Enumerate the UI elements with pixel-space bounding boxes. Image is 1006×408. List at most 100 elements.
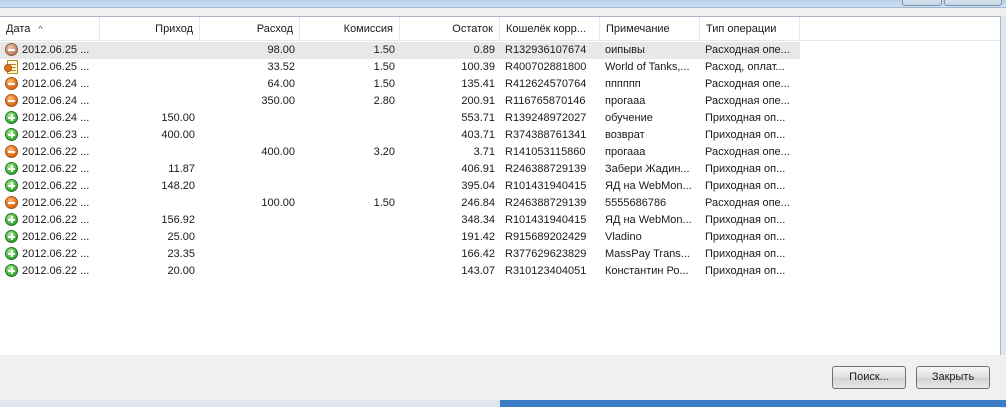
cell-balance: 395.04	[461, 180, 495, 192]
cell-fee: 1.50	[373, 44, 395, 56]
button-bar: Поиск... Закрыть	[0, 355, 1006, 400]
table-row[interactable]: 2012.06.22 ... 148.20 395.04 R101431940415 Я…	[0, 178, 800, 195]
cell-fee: 1.50	[373, 78, 395, 90]
cell-expense: 350.00	[261, 95, 295, 107]
table-row[interactable]: 2012.06.24 ... 150.00 553.71 R139248972027 о…	[0, 110, 800, 127]
transactions-list[interactable]: Дата ^ Приход Расход Комиссия Остаток Кош…	[0, 16, 1001, 363]
titlebar-button[interactable]	[902, 0, 942, 6]
cell-expense: 100.00	[261, 197, 295, 209]
cell-fee	[300, 246, 400, 263]
cell-date: 2012.06.24 ...	[22, 78, 90, 90]
cell-fee: 3.20	[373, 146, 395, 158]
cell-wallet: R101431940415	[505, 180, 587, 192]
cell-income: 20.00	[167, 265, 195, 277]
table-row[interactable]: 2012.06.22 ... 20.00 143.07 R310123404051 Ко…	[0, 263, 800, 280]
cell-wallet: R915689202429	[505, 231, 587, 243]
cell-date: 2012.06.22 ...	[22, 231, 90, 243]
cell-type: Расходная опе...	[705, 95, 790, 107]
column-header-income[interactable]: Приход	[100, 17, 200, 41]
cell-expense: 33.52	[267, 61, 295, 73]
cell-wallet: R116765870146	[505, 95, 586, 107]
cell-income: 11.87	[168, 163, 195, 175]
cell-balance: 0.89	[473, 44, 495, 56]
column-header-wallet[interactable]: Кошелёк корр...	[500, 17, 600, 41]
cell-income: 25.00	[167, 231, 195, 243]
sort-ascending-icon: ^	[38, 24, 43, 34]
cell-expense: 98.00	[267, 44, 295, 56]
cell-note: пппппп	[605, 78, 641, 90]
cell-fee	[300, 178, 400, 195]
cell-note: обучение	[605, 112, 653, 124]
cell-date: 2012.06.25 ...	[22, 61, 90, 73]
cell-balance: 403.71	[461, 129, 495, 141]
cell-wallet: R101431940415	[505, 214, 587, 226]
list-header: Дата ^ Приход Расход Комиссия Остаток Кош…	[0, 17, 1000, 41]
column-header-expense[interactable]: Расход	[200, 17, 300, 41]
cell-balance: 553.71	[461, 112, 495, 124]
cell-expense	[200, 229, 300, 246]
cell-note: 5555686786	[605, 197, 667, 209]
table-row[interactable]: 2012.06.22 ... 11.87 406.91 R246388729139 За…	[0, 161, 800, 178]
column-header-note[interactable]: Примечание	[600, 17, 700, 41]
cell-income: 150.00	[161, 112, 195, 124]
table-row[interactable]: 2012.06.25 ... 33.52 1.50 100.39 R4007028818…	[0, 59, 800, 76]
table-row[interactable]: 2012.06.22 ... 156.92 348.34 R101431940415 Я…	[0, 212, 800, 229]
cell-wallet: R141053115860	[505, 146, 586, 158]
table-row[interactable]: 2012.06.22 ... 100.00 1.50 246.84 R246388729…	[0, 195, 800, 212]
cell-type: Приходная оп...	[705, 248, 786, 260]
cell-fee	[300, 127, 400, 144]
cell-note: Забери Жадин...	[605, 163, 690, 175]
cell-wallet: R132936107674	[505, 44, 587, 56]
cell-type: Расходная опе...	[705, 78, 790, 90]
column-header-balance[interactable]: Остаток	[400, 17, 500, 41]
table-row[interactable]: 2012.06.22 ... 25.00 191.42 R915689202429 Vl…	[0, 229, 800, 246]
cell-wallet: R374388761341	[505, 129, 587, 141]
table-row[interactable]: 2012.06.22 ... 23.35 166.42 R377629623829 Ma…	[0, 246, 800, 263]
column-header-fee[interactable]: Комиссия	[300, 17, 400, 41]
cell-note: прогааа	[605, 146, 646, 158]
cell-note: MassPay Trans...	[605, 248, 690, 260]
close-button[interactable]: Закрыть	[916, 366, 990, 389]
cell-date: 2012.06.22 ...	[22, 180, 90, 192]
window-titlebar	[0, 0, 1006, 8]
cell-type: Приходная оп...	[705, 112, 786, 124]
table-row[interactable]: 2012.06.24 ... 64.00 1.50 135.41 R4126245707…	[0, 76, 800, 93]
cell-type: Расходная опе...	[705, 197, 790, 209]
cell-income	[100, 195, 200, 212]
cell-income: 400.00	[161, 129, 195, 141]
taskbar-area	[500, 400, 1006, 407]
column-header-date[interactable]: Дата ^	[0, 17, 100, 41]
cell-income	[100, 76, 200, 93]
table-row[interactable]: 2012.06.23 ... 400.00 403.71 R374388761341 в…	[0, 127, 800, 144]
table-row[interactable]: 2012.06.24 ... 350.00 2.80 200.91 R116765870…	[0, 93, 800, 110]
cell-type: Расходная опе...	[705, 146, 790, 158]
cell-wallet: R139248972027	[505, 112, 587, 124]
cell-fee: 2.80	[373, 95, 395, 107]
cell-date: 2012.06.23 ...	[22, 129, 90, 141]
cell-balance: 3.71	[473, 146, 495, 158]
cell-expense	[200, 161, 300, 178]
cell-income: 148.20	[161, 180, 195, 192]
cell-wallet: R377629623829	[505, 248, 587, 260]
table-row[interactable]: 2012.06.22 ... 400.00 3.20 3.71 R14105311586…	[0, 144, 800, 161]
cell-fee	[300, 110, 400, 127]
cell-note: оипывы	[605, 44, 645, 56]
cell-type: Приходная оп...	[705, 180, 786, 192]
cell-date: 2012.06.22 ...	[22, 163, 90, 175]
cell-fee: 1.50	[373, 61, 395, 73]
cell-balance: 246.84	[461, 197, 495, 209]
search-button[interactable]: Поиск...	[832, 366, 906, 389]
cell-fee	[300, 263, 400, 280]
cell-note: ЯД на WebMon...	[605, 214, 692, 226]
titlebar-button[interactable]	[944, 0, 1002, 6]
column-header-type[interactable]: Тип операции	[700, 17, 800, 41]
cell-income	[100, 93, 200, 110]
cell-balance: 348.34	[461, 214, 495, 226]
cell-expense: 400.00	[261, 146, 295, 158]
cell-wallet: R310123404051	[505, 265, 587, 277]
taskbar	[0, 400, 1006, 407]
cell-balance: 406.91	[461, 163, 495, 175]
cell-wallet: R400702881800	[505, 61, 587, 73]
cell-balance: 191.42	[461, 231, 495, 243]
table-row[interactable]: 2012.06.25 ... 98.00 1.50 0.89 R132936107674…	[0, 42, 800, 59]
